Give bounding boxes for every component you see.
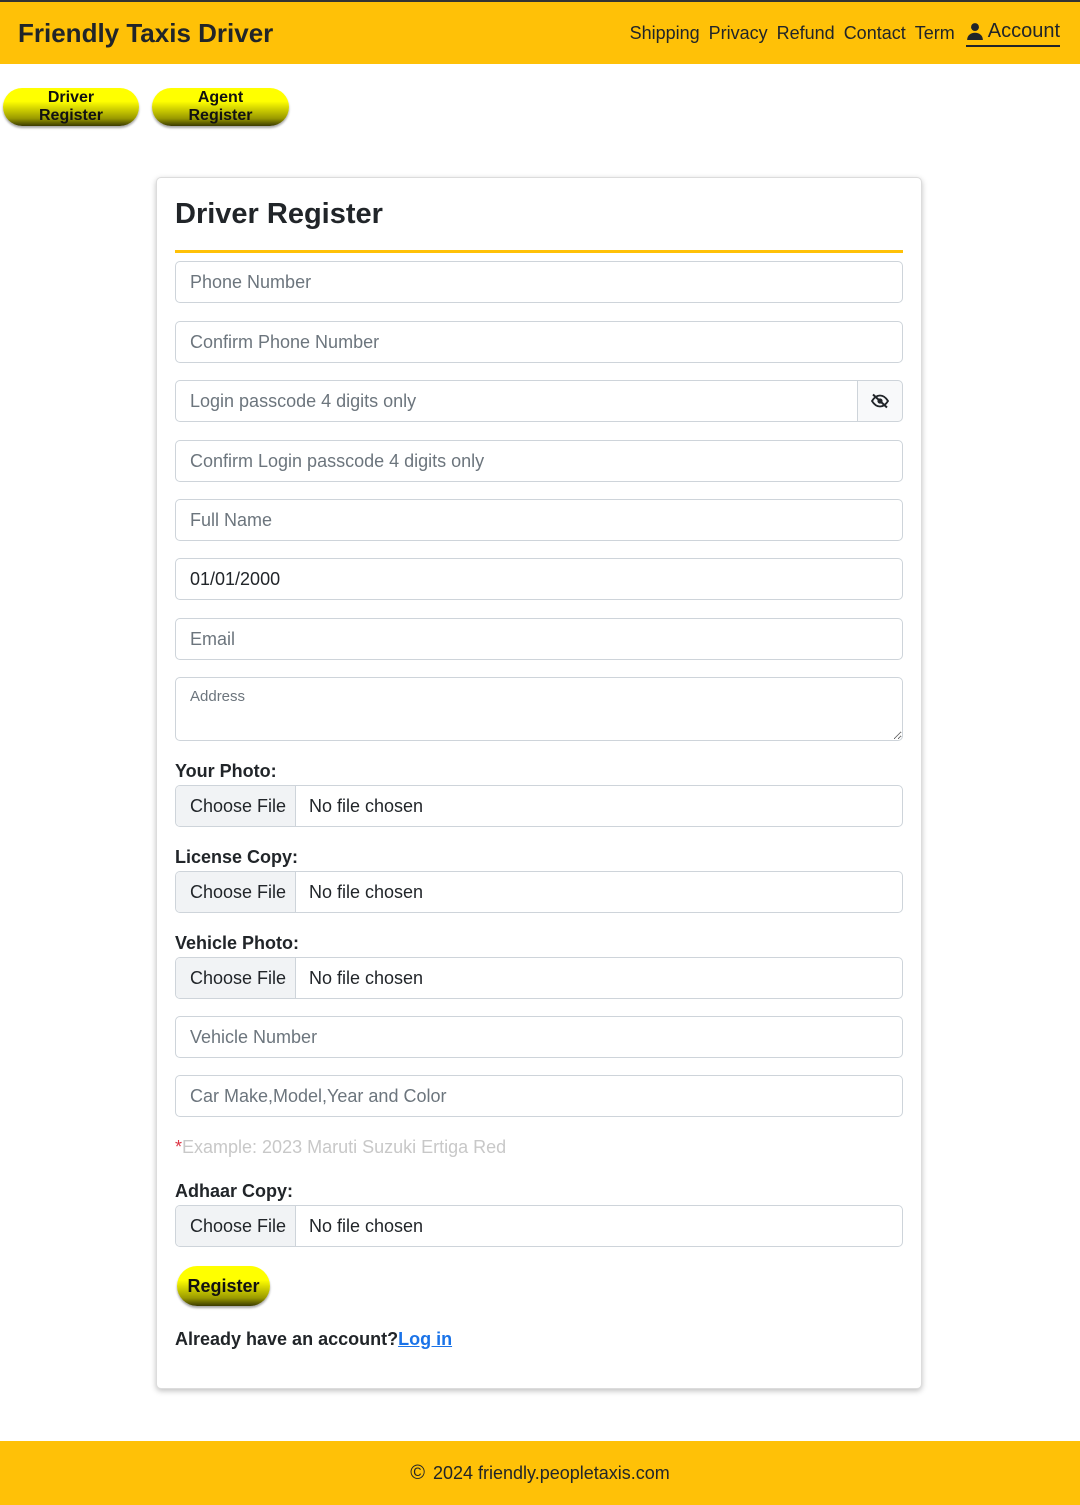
phone-input[interactable] xyxy=(175,261,903,303)
agent-register-tab[interactable]: Agent Register xyxy=(152,88,289,126)
car-details-example-text: Example: 2023 Maruti Suzuki Ertiga Red xyxy=(182,1137,507,1157)
nav-term[interactable]: Term xyxy=(915,23,955,44)
license-label: License Copy: xyxy=(175,847,299,867)
photo-file-status: No file chosen xyxy=(309,795,424,816)
vehicle-photo-choose-file-button[interactable]: Choose File xyxy=(176,958,296,998)
toggle-passcode-visibility-button[interactable] xyxy=(857,380,903,422)
brand-title[interactable]: Friendly Taxis Driver xyxy=(18,18,273,49)
adhaar-label: Adhaar Copy: xyxy=(175,1181,294,1201)
photo-label: Your Photo: xyxy=(175,761,277,781)
photo-choose-file-button[interactable]: Choose File xyxy=(176,786,296,826)
login-prompt: Already have an account?Log in xyxy=(175,1329,452,1350)
account-link[interactable]: Account xyxy=(965,19,1060,47)
nav-contact[interactable]: Contact xyxy=(844,23,906,44)
dob-input[interactable] xyxy=(175,558,903,600)
register-button[interactable]: Register xyxy=(177,1266,270,1306)
nav-refund[interactable]: Refund xyxy=(777,23,835,44)
register-card: Driver Register Your Photo: Choose File … xyxy=(156,177,922,1389)
already-account-text: Already have an account? xyxy=(175,1329,399,1349)
adhaar-choose-file-button[interactable]: Choose File xyxy=(176,1206,296,1246)
photo-file-input[interactable]: Choose File No file chosen xyxy=(175,785,903,827)
car-details-input[interactable] xyxy=(175,1075,903,1117)
nav-links: Shipping Privacy Refund Contact Term Acc… xyxy=(630,20,1060,47)
license-file-input[interactable]: Choose File No file chosen xyxy=(175,871,903,913)
vehicle-photo-file-input[interactable]: Choose File No file chosen xyxy=(175,957,903,999)
email-input[interactable] xyxy=(175,618,903,660)
adhaar-file-status: No file chosen xyxy=(309,1215,424,1236)
nav-privacy[interactable]: Privacy xyxy=(709,23,768,44)
account-label: Account xyxy=(987,19,1060,42)
eye-slash-icon xyxy=(870,393,890,409)
copyright-icon: © xyxy=(410,1461,425,1484)
top-navbar: Friendly Taxis Driver Shipping Privacy R… xyxy=(0,0,1080,64)
required-asterisk: * xyxy=(175,1137,183,1157)
form-title: Driver Register xyxy=(175,196,903,253)
adhaar-file-input[interactable]: Choose File No file chosen xyxy=(175,1205,903,1247)
footer-text[interactable]: 2024 friendly.peopletaxis.com xyxy=(433,1463,670,1484)
login-link[interactable]: Log in xyxy=(398,1329,452,1349)
fullname-input[interactable] xyxy=(175,499,903,541)
vehicle-number-input[interactable] xyxy=(175,1016,903,1058)
passcode-input[interactable] xyxy=(175,380,858,422)
vehicle-photo-file-status: No file chosen xyxy=(309,967,424,988)
confirm-phone-input[interactable] xyxy=(175,321,903,363)
driver-register-tab[interactable]: Driver Register xyxy=(3,88,139,126)
address-input[interactable] xyxy=(175,677,903,741)
car-details-hint: *Example: 2023 Maruti Suzuki Ertiga Red xyxy=(175,1137,506,1158)
footer: © 2024 friendly.peopletaxis.com xyxy=(0,1441,1080,1505)
nav-shipping[interactable]: Shipping xyxy=(630,23,700,44)
confirm-passcode-input[interactable] xyxy=(175,440,903,482)
vehicle-photo-label: Vehicle Photo: xyxy=(175,933,300,953)
license-choose-file-button[interactable]: Choose File xyxy=(176,872,296,912)
user-icon xyxy=(966,23,983,40)
license-file-status: No file chosen xyxy=(309,881,424,902)
